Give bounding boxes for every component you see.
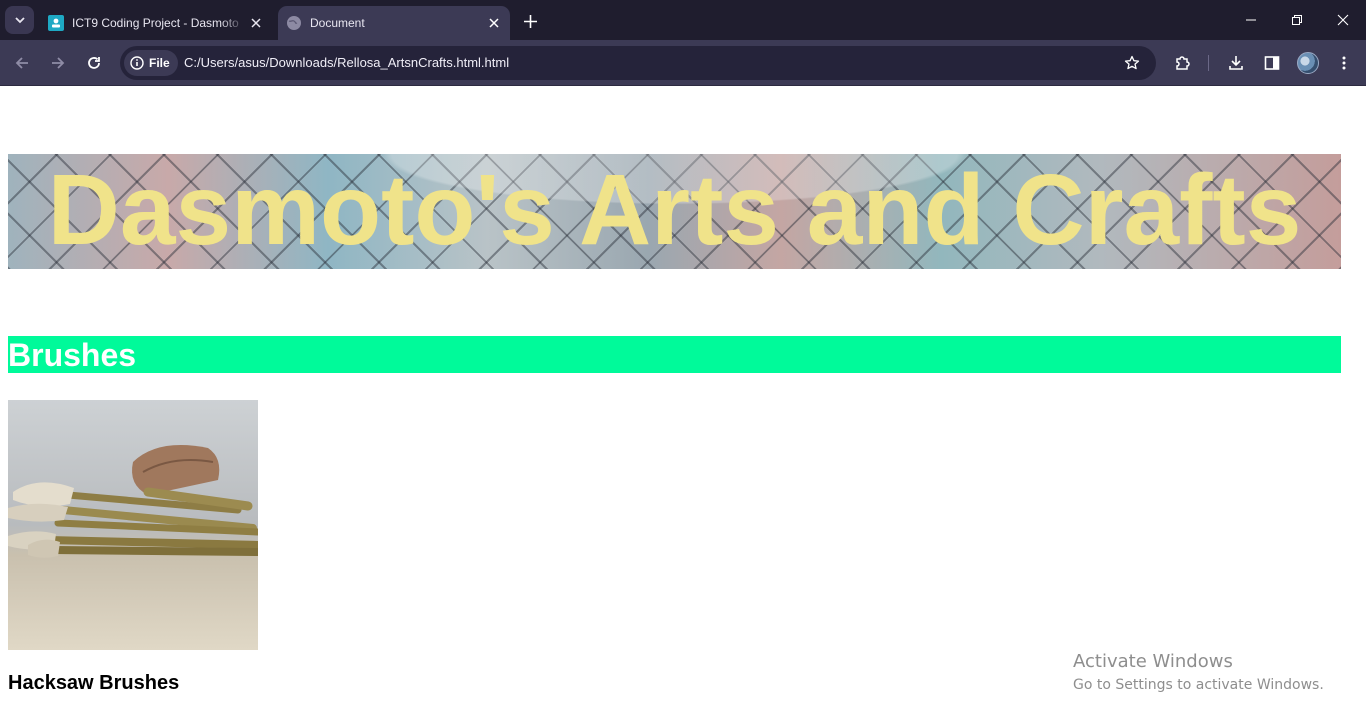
forward-button[interactable]	[46, 51, 70, 75]
tab-search-button[interactable]	[5, 6, 34, 34]
toolbar-divider	[1208, 55, 1209, 71]
minimize-icon	[1246, 19, 1256, 21]
profile-avatar[interactable]	[1297, 52, 1319, 74]
close-window-button[interactable]	[1331, 8, 1355, 32]
back-button[interactable]	[10, 51, 34, 75]
header-banner: Dasmoto's Arts and Crafts	[8, 154, 1341, 269]
product-image	[8, 400, 258, 650]
section-header: Brushes	[8, 336, 1341, 373]
new-tab-button[interactable]	[518, 10, 542, 32]
activate-windows-watermark: Activate Windows Go to Settings to activ…	[1073, 651, 1324, 695]
browser-toolbar: File C:/Users/asus/Downloads/Rellosa_Art…	[0, 40, 1366, 86]
plus-icon	[523, 14, 537, 28]
downloads-button[interactable]	[1224, 51, 1248, 75]
restore-button[interactable]	[1285, 8, 1309, 32]
info-icon	[130, 56, 144, 70]
close-icon	[1337, 14, 1349, 26]
section-title: Brushes	[8, 337, 137, 373]
file-chip-label: File	[149, 56, 170, 70]
side-panel-icon	[1264, 56, 1280, 70]
globe-icon	[287, 16, 301, 30]
close-tab-icon[interactable]	[484, 13, 504, 33]
chevron-down-icon	[14, 17, 25, 24]
menu-button[interactable]	[1332, 51, 1356, 75]
tab-strip: ICT9 Coding Project - Dasmoto Document	[0, 0, 1366, 40]
reload-button[interactable]	[82, 51, 106, 75]
tab-document[interactable]: Document	[278, 6, 510, 40]
kebab-menu-icon	[1342, 56, 1346, 70]
download-icon	[1229, 56, 1243, 70]
product-name: Hacksaw Brushes	[8, 672, 180, 694]
restore-icon	[1292, 15, 1302, 25]
minimize-button[interactable]	[1239, 8, 1263, 32]
reload-icon	[88, 57, 100, 69]
page-content: Dasmoto's Arts and Crafts Brushes Hacksa…	[0, 87, 1366, 703]
close-tab-icon[interactable]	[246, 13, 266, 33]
tab-title: ICT9 Coding Project - Dasmoto	[72, 16, 239, 30]
extensions-button[interactable]	[1171, 51, 1195, 75]
url-text[interactable]: C:/Users/asus/Downloads/Rellosa_ArtsnCra…	[184, 55, 509, 70]
watermark-line-1: Activate Windows	[1073, 651, 1233, 672]
site-info-chip[interactable]: File	[124, 50, 178, 76]
tab-ict9-coding-project[interactable]: ICT9 Coding Project - Dasmoto	[40, 6, 272, 40]
tab-title: Document	[310, 16, 365, 30]
classroom-favicon-icon	[48, 15, 64, 31]
puzzle-icon	[1176, 56, 1190, 70]
bookmark-star-button[interactable]	[1122, 53, 1142, 73]
arrow-left-icon	[15, 57, 28, 69]
arrow-right-icon	[52, 57, 65, 69]
page-title: Dasmoto's Arts and Crafts	[47, 154, 1302, 266]
brushes-illustration	[8, 400, 258, 650]
watermark-line-2: Go to Settings to activate Windows.	[1073, 677, 1324, 693]
star-icon	[1124, 55, 1140, 70]
side-panel-button[interactable]	[1260, 51, 1284, 75]
address-bar[interactable]: File C:/Users/asus/Downloads/Rellosa_Art…	[120, 46, 1156, 80]
